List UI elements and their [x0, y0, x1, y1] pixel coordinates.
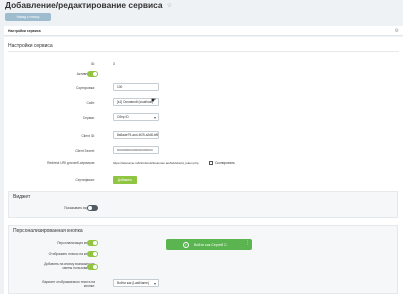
page-title-text: Добавление/редактирование сервиса [5, 0, 163, 10]
add-cert-button[interactable]: Добавить [113, 176, 137, 184]
variant-select-value: Войти как {LastName} [117, 281, 149, 285]
widget-section-header: Виджет [13, 194, 31, 200]
chevron-down-icon: ▾ [153, 281, 156, 286]
check-circle-icon: ✓ [183, 241, 189, 248]
widget-section [8, 191, 398, 218]
star-icon[interactable]: ☆ [167, 2, 172, 9]
redirect-label: Redirect URI для веб-сервисов: [47, 161, 95, 165]
page-title: Добавление/редактирование сервиса ☆ [5, 0, 172, 10]
preview-login-button[interactable]: ✓ Войти как Сергей С. ⋮ [166, 239, 252, 250]
tab-settings-label: Настройки сервиса [8, 28, 41, 33]
sort-label: Сортировка: [75, 86, 95, 90]
chevron-down-icon: ▾ [153, 115, 156, 120]
service-select[interactable]: Сбер ID ▾ [113, 113, 159, 121]
add-fast-toggle[interactable] [87, 264, 98, 270]
preview-login-label: Войти как Сергей С. [194, 242, 228, 247]
id-label: ID: [90, 62, 95, 66]
active-toggle[interactable] [87, 71, 98, 77]
copy-button[interactable]: Скопировать [209, 161, 235, 165]
client-secret-input[interactable]: •••••••••••••••••••••••••••••••• [113, 146, 159, 154]
cursor-hand-icon: ☛ [151, 98, 157, 104]
tab-settings[interactable]: Настройки сервиса ⚙ [4, 26, 403, 36]
site-select-value: [s1] Основной (localhost) [117, 100, 154, 104]
form-content: Настройки сервиса ID: 3 Активность: Сорт… [4, 37, 403, 294]
settings-section-header: Настройки сервиса [8, 43, 53, 49]
client-id-input[interactable]: 8a5aae79-acd-4f29-a2d8-bf5f0c064a08 [113, 131, 159, 139]
show-widget-toggle[interactable] [87, 205, 98, 211]
variant-select[interactable]: Войти как {LastName} ▾ [113, 279, 159, 287]
copy-label: Скопировать [215, 161, 235, 165]
client-secret-label: Client Secret: [75, 149, 95, 153]
gear-icon[interactable]: ⚙ [395, 28, 399, 34]
section-divider [8, 51, 399, 52]
variant-label: Вариант отображаемого текста на кнопке: [42, 280, 95, 288]
personal-toggle[interactable] [87, 240, 98, 246]
copy-icon [209, 161, 213, 165]
more-icon[interactable]: ⋮ [245, 240, 250, 246]
cert-label: Сертификат: [75, 178, 95, 182]
sort-input[interactable]: 100 [113, 83, 159, 91]
client-id-label: Client ID: [81, 134, 95, 138]
add-fast-label: Добавить на кнопку возможность смены пол… [44, 262, 95, 270]
service-label: Сервис: [82, 116, 95, 120]
button-section-header: Персонализированная кнопка [13, 228, 83, 234]
hint-toggle[interactable] [87, 251, 98, 257]
redirect-uri: https://sitename.ru/bitrix/tools/fusiont… [113, 161, 199, 165]
id-value: 3 [113, 62, 115, 66]
service-select-value: Сбер ID [117, 115, 129, 119]
site-label: Сайт: [86, 101, 95, 105]
back-to-list-button[interactable]: Назад к списку [5, 13, 51, 21]
